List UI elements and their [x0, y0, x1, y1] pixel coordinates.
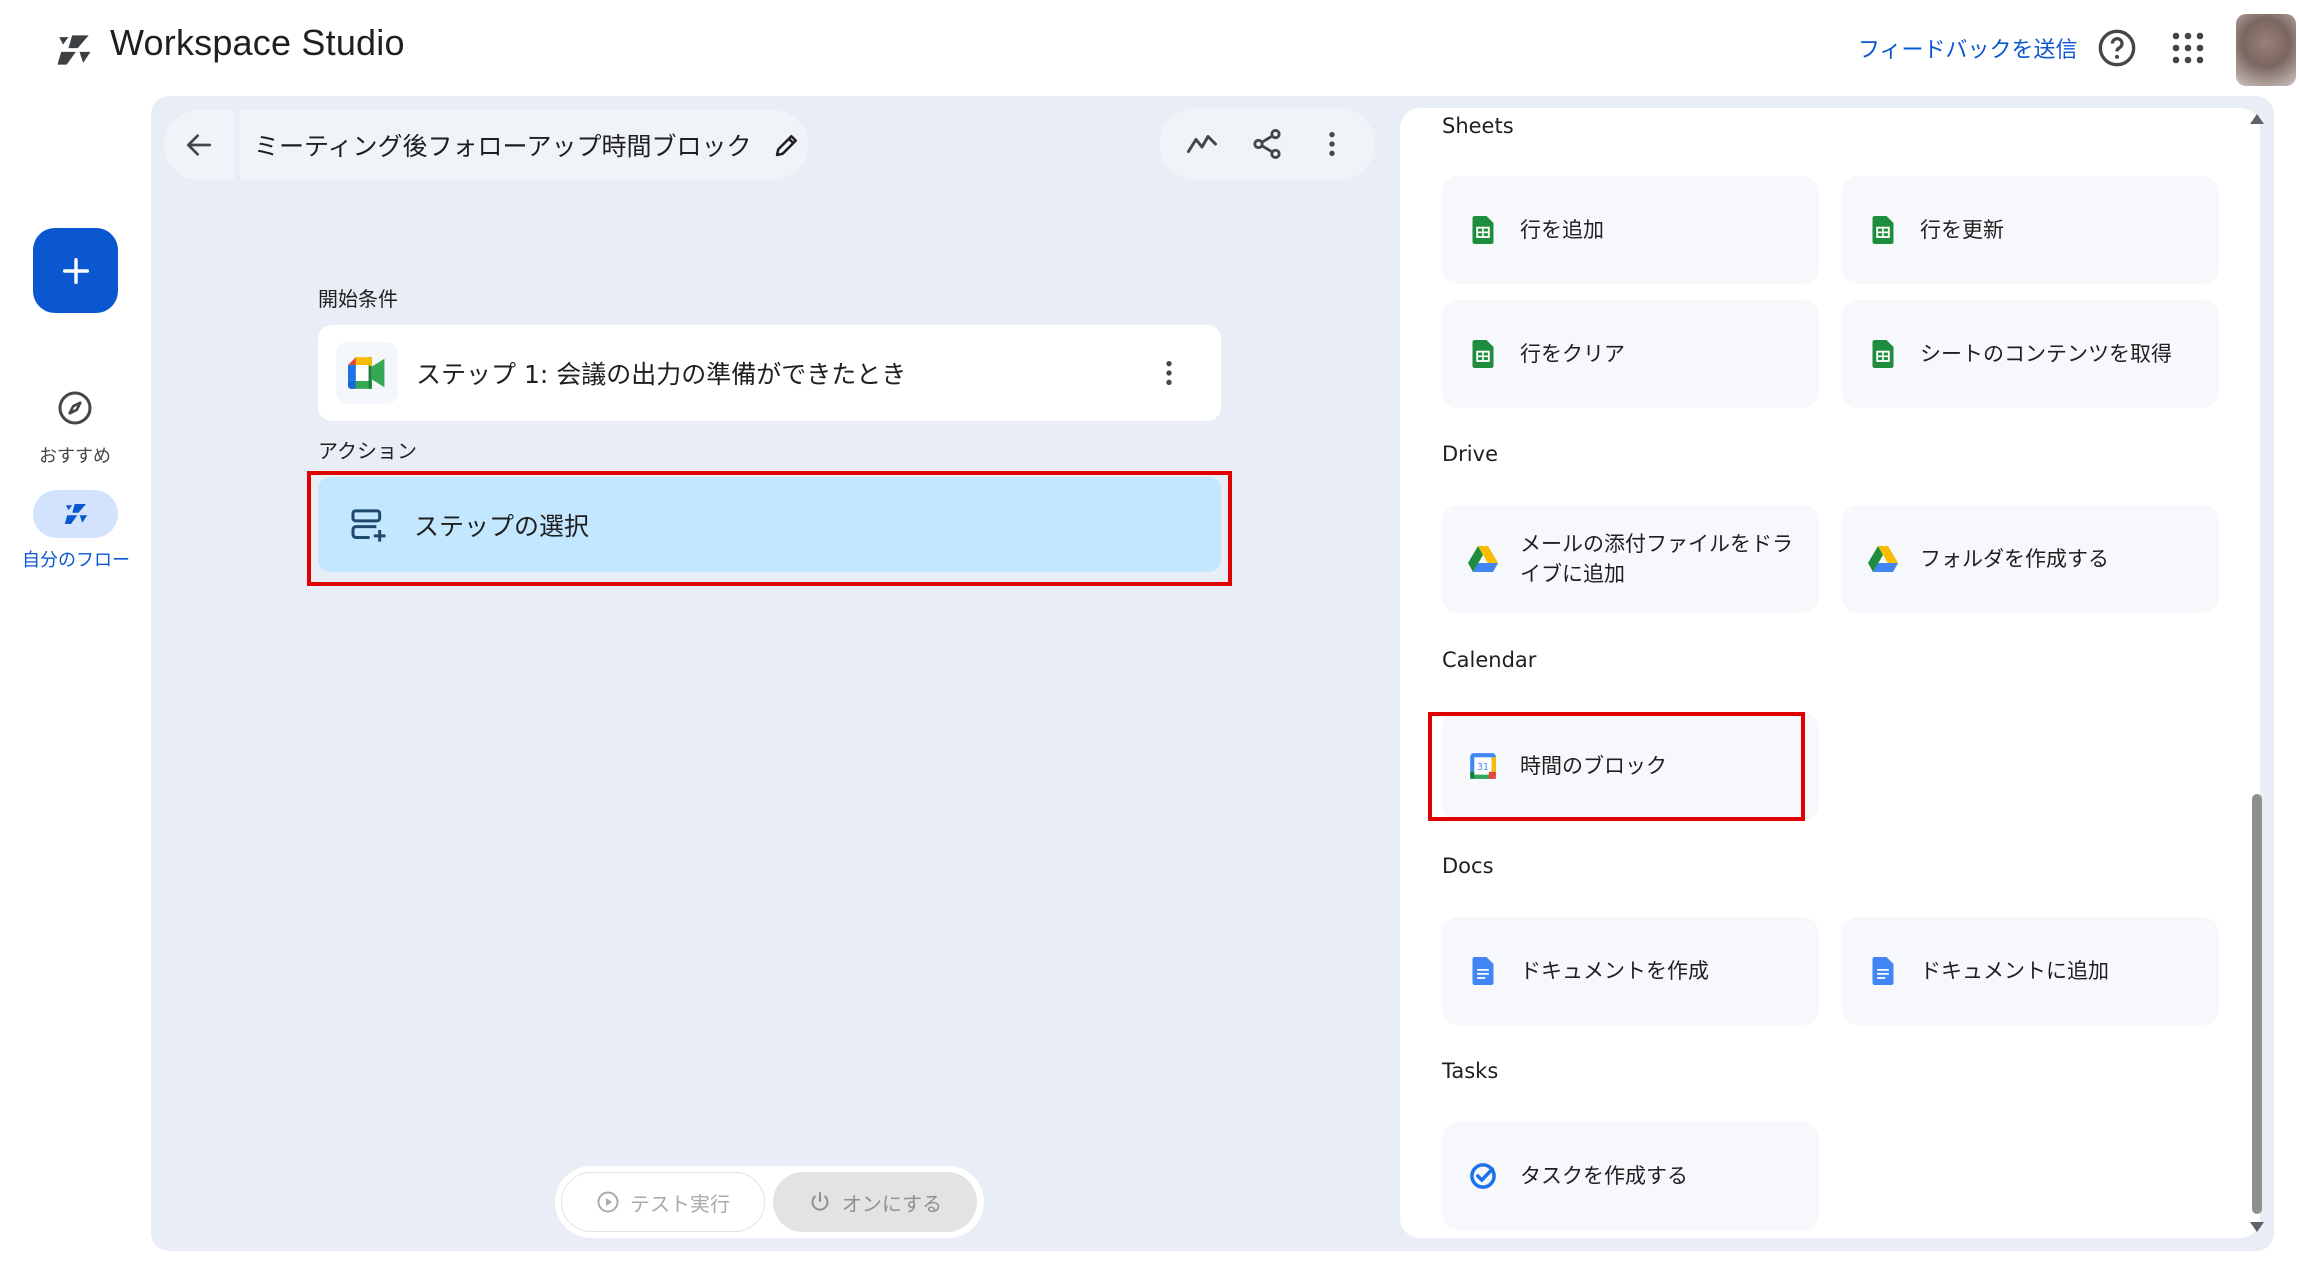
action-item-create-task[interactable]: タスクを作成する — [1442, 1122, 1819, 1230]
sheets-icon — [1468, 215, 1498, 245]
scroll-up-arrow-icon[interactable] — [2248, 112, 2266, 126]
share-icon — [1253, 128, 1281, 160]
section-title-sheets: Sheets — [1442, 114, 1514, 138]
more-vert-icon — [1329, 132, 1335, 156]
back-button[interactable] — [164, 110, 234, 180]
google-meet-icon — [348, 357, 385, 389]
nav-item-recommended[interactable]: おすすめ — [20, 442, 130, 468]
google-tasks-icon — [1468, 1161, 1498, 1191]
action-item-create-folder[interactable]: フォルダを作成する — [1842, 505, 2219, 613]
meet-icon-container — [336, 342, 398, 404]
step-more-vert-icon[interactable] — [1153, 357, 1185, 389]
send-feedback-link[interactable]: フィードバックを送信 — [1858, 32, 2078, 64]
sheets-icon — [1868, 339, 1898, 369]
share-button[interactable] — [1243, 120, 1291, 168]
section-title-drive: Drive — [1442, 442, 1498, 466]
action-item-label: ドキュメントを作成 — [1520, 959, 1709, 983]
arrow-back-icon — [187, 134, 211, 156]
action-item-update-row[interactable]: 行を更新 — [1842, 176, 2219, 284]
play-circle-icon — [597, 1191, 619, 1213]
activity-chart-icon — [1186, 135, 1217, 153]
power-icon — [811, 1192, 829, 1211]
compass-icon[interactable] — [57, 390, 93, 426]
action-item-label: タスクを作成する — [1520, 1164, 1688, 1188]
sheets-icon — [1868, 215, 1898, 245]
action-item-label: 行を更新 — [1920, 218, 2004, 242]
action-item-get-sheet-contents[interactable]: シートのコンテンツを取得 — [1842, 300, 2219, 408]
test-run-label: テスト実行 — [630, 1191, 730, 1216]
action-item-label: ドキュメントに追加 — [1920, 959, 2109, 983]
action-heading: アクション — [318, 439, 417, 463]
activity-button[interactable] — [1178, 120, 1226, 168]
section-title-tasks: Tasks — [1442, 1059, 1499, 1083]
action-item-label: フォルダを作成する — [1920, 547, 2109, 571]
action-item-add-attachment-to-drive[interactable]: メールの添付ファイルをドライブに追加 — [1442, 505, 1819, 613]
flow-title[interactable]: ミーティング後フォローアップ時間ブロック — [254, 127, 752, 163]
action-picker-panel: Sheets 行を追加 行を更新 行をクリア シートのコンテンツを取得 Driv… — [1400, 108, 2260, 1238]
action-item-append-to-document[interactable]: ドキュメントに追加 — [1842, 917, 2219, 1025]
panel-scrollbar-thumb[interactable] — [2252, 794, 2262, 1214]
action-item-label: 行を追加 — [1520, 218, 1604, 242]
trigger-step-label: ステップ 1: 会議の出力の準備ができたとき — [416, 360, 907, 389]
bottom-action-bar: テスト実行 オンにする — [555, 1166, 984, 1238]
grid-apps-icon[interactable] — [2170, 30, 2206, 66]
turn-on-button[interactable]: オンにする — [773, 1172, 977, 1232]
flows-icon — [64, 504, 87, 524]
nav-item-my-flows[interactable] — [33, 490, 118, 538]
trigger-step-card[interactable]: ステップ 1: 会議の出力の準備ができたとき — [318, 325, 1221, 421]
plus-icon — [62, 257, 89, 284]
create-flow-button[interactable] — [33, 228, 118, 313]
flow-title-bar: ミーティング後フォローアップ時間ブロック — [240, 110, 808, 180]
highlight-box-time-block — [1428, 712, 1805, 821]
highlight-box-select-step — [307, 471, 1232, 586]
turn-on-label: オンにする — [841, 1191, 943, 1216]
nav-item-my-flows-label[interactable]: 自分のフロー — [18, 548, 134, 574]
edit-pencil-icon[interactable] — [772, 130, 802, 160]
google-docs-icon — [1868, 956, 1898, 986]
section-title-docs: Docs — [1442, 854, 1494, 878]
account-avatar[interactable] — [2236, 14, 2296, 86]
action-item-label: 行をクリア — [1520, 342, 1625, 366]
google-docs-icon — [1468, 956, 1498, 986]
sheets-icon — [1468, 339, 1498, 369]
workspace-studio-logo-icon[interactable] — [52, 28, 96, 72]
action-item-clear-row[interactable]: 行をクリア — [1442, 300, 1819, 408]
scroll-down-arrow-icon[interactable] — [2248, 1220, 2266, 1234]
action-item-label: メールの添付ファイルをドライブに追加 — [1520, 532, 1793, 586]
action-item-create-document[interactable]: ドキュメントを作成 — [1442, 917, 1819, 1025]
app-title: Workspace Studio — [110, 22, 405, 63]
flow-toolbar — [1159, 108, 1375, 180]
section-title-calendar: Calendar — [1442, 648, 1537, 672]
test-run-button[interactable]: テスト実行 — [561, 1172, 765, 1232]
start-condition-heading: 開始条件 — [318, 287, 398, 311]
help-circle-icon[interactable] — [2097, 28, 2137, 68]
google-drive-icon — [1468, 544, 1498, 574]
google-drive-icon — [1868, 544, 1898, 574]
action-item-label: シートのコンテンツを取得 — [1920, 342, 2172, 366]
more-options-button[interactable] — [1308, 120, 1356, 168]
action-item-add-row[interactable]: 行を追加 — [1442, 176, 1819, 284]
top-app-bar: Workspace Studio フィードバックを送信 — [0, 0, 2299, 96]
